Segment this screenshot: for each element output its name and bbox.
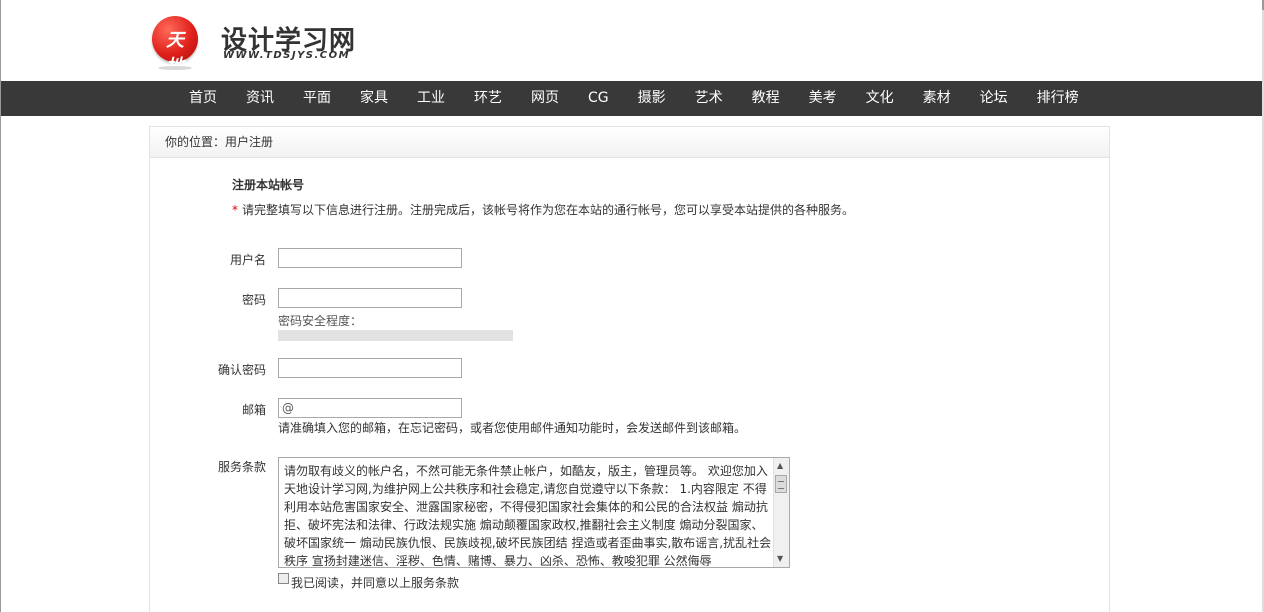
nav-item-ranking[interactable]: 排行榜 — [1037, 81, 1079, 116]
logo-icon[interactable]: 天地 — [152, 16, 198, 77]
form-note: * 请完整填写以下信息进行注册。注册完成后，该帐号将作为您在本站的通行帐号，您可以… — [232, 201, 854, 218]
nav-item-industrial[interactable]: 工业 — [417, 81, 445, 116]
nav-item-forum[interactable]: 论坛 — [980, 81, 1008, 116]
agree-checkbox[interactable] — [278, 573, 289, 584]
nav-item-tutorials[interactable]: 教程 — [752, 81, 780, 116]
terms-textarea[interactable]: 请勿取有歧义的帐户名，不然可能无条件禁止帐户，如酷友，版主，管理员等。 欢迎您加… — [278, 457, 790, 568]
password-strength-label: 密码安全程度： — [278, 314, 363, 328]
nav-item-news[interactable]: 资讯 — [246, 81, 274, 116]
logo-glyph: 天地 — [166, 30, 184, 77]
nav-item-photography[interactable]: 摄影 — [638, 81, 666, 116]
username-label: 用户名 — [229, 253, 266, 267]
confirm-password-label: 确认密码 — [217, 363, 266, 377]
nav-item-environment[interactable]: 环艺 — [474, 81, 502, 116]
nav-item-culture[interactable]: 文化 — [866, 81, 894, 116]
nav-item-web[interactable]: 网页 — [531, 81, 559, 116]
nav-item-cg[interactable]: CG — [588, 81, 609, 116]
confirm-password-input[interactable] — [278, 358, 462, 378]
email-hint: 请准确填入您的邮箱，在忘记密码，或者您使用邮件通知功能时，会发送邮件到该邮箱。 — [278, 421, 747, 435]
nav-item-resources[interactable]: 素材 — [923, 81, 951, 116]
main-nav: 首页 资讯 平面 家具 工业 环艺 网页 CG 摄影 艺术 教程 美考 文化 素… — [1, 81, 1262, 116]
site-header: 天地 设计学习网 WWW.TDSJYS.COM — [0, 0, 1264, 80]
register-panel: 你的位置：用户注册 注册本站帐号 * 请完整填写以下信息进行注册。注册完成后，该帐… — [149, 126, 1110, 612]
password-strength-bar — [278, 330, 513, 341]
email-label: 邮箱 — [241, 403, 266, 417]
password-label: 密码 — [241, 293, 266, 307]
email-input[interactable] — [278, 398, 462, 418]
form-title: 注册本站帐号 — [232, 178, 305, 192]
agree-label[interactable]: 我已阅读，并同意以上服务条款 — [291, 574, 459, 591]
terms-scrollbar[interactable]: ▲ ▼ — [773, 458, 789, 567]
nav-item-home[interactable]: 首页 — [189, 81, 217, 116]
nav-item-furniture[interactable]: 家具 — [360, 81, 388, 116]
terms-label: 服务条款 — [217, 460, 266, 474]
nav-item-art-exam[interactable]: 美考 — [809, 81, 837, 116]
scroll-up-arrow-icon[interactable]: ▲ — [777, 461, 783, 471]
nav-item-graphic[interactable]: 平面 — [303, 81, 331, 116]
terms-text: 请勿取有歧义的帐户名，不然可能无条件禁止帐户，如酷友，版主，管理员等。 欢迎您加… — [284, 464, 772, 566]
required-star: * — [232, 203, 238, 217]
site-url: WWW.TDSJYS.COM — [223, 50, 351, 61]
username-input[interactable] — [278, 248, 462, 268]
breadcrumb: 你的位置：用户注册 — [150, 127, 1109, 158]
scroll-down-arrow-icon[interactable]: ▼ — [777, 554, 783, 564]
scroll-thumb[interactable] — [775, 475, 787, 493]
nav-list: 首页 资讯 平面 家具 工业 环艺 网页 CG 摄影 艺术 教程 美考 文化 素… — [189, 81, 1108, 116]
form-note-text: 请完整填写以下信息进行注册。注册完成后，该帐号将作为您在本站的通行帐号，您可以享… — [242, 203, 855, 217]
password-input[interactable] — [278, 288, 462, 308]
nav-item-art[interactable]: 艺术 — [695, 81, 723, 116]
